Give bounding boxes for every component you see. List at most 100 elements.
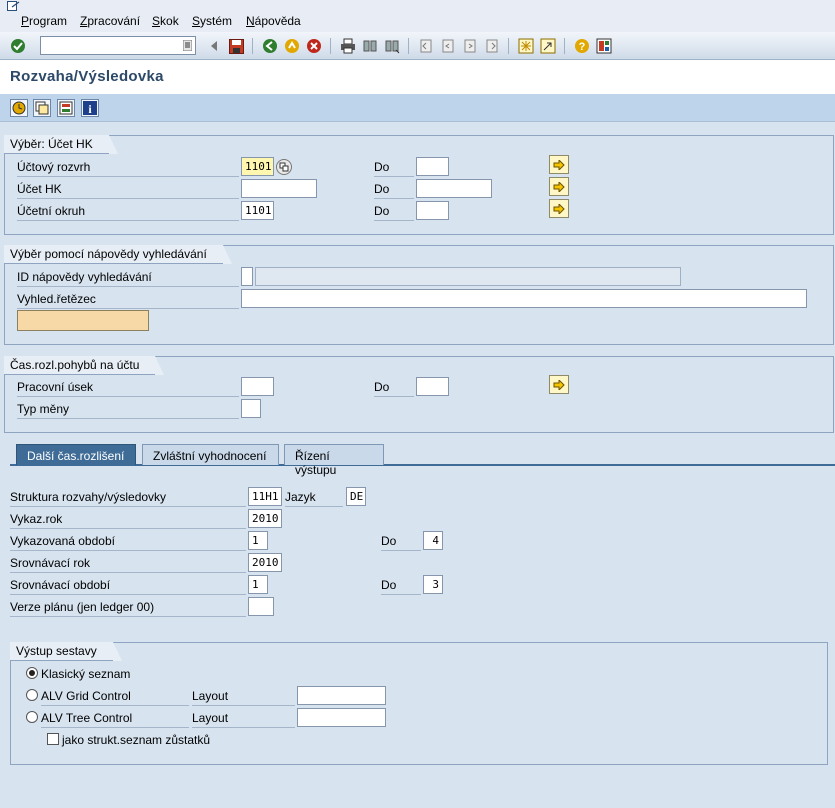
command-field[interactable] bbox=[40, 36, 196, 55]
language-label: Jazyk bbox=[285, 487, 343, 507]
comparison-period-to[interactable]: 3 bbox=[423, 575, 443, 594]
structure-label: Struktura rozvahy/výsledovky bbox=[10, 487, 246, 507]
currency-type-field[interactable] bbox=[241, 399, 261, 418]
comparison-period-label: Srovnávací období bbox=[10, 575, 246, 595]
exit-icon[interactable] bbox=[284, 38, 300, 54]
reporting-period-to-label: Do bbox=[381, 531, 421, 551]
balance-structure-checkbox[interactable] bbox=[47, 733, 59, 745]
create-session-icon[interactable] bbox=[518, 38, 534, 54]
company-code-from[interactable]: 1101 bbox=[241, 201, 274, 220]
arrow-right-icon bbox=[553, 181, 565, 192]
layout-field-grid[interactable] bbox=[297, 686, 386, 705]
structure-field[interactable]: 11H1 bbox=[248, 487, 282, 506]
company-code-label: Účetní okruh bbox=[17, 201, 239, 221]
command-history-icon[interactable] bbox=[183, 40, 192, 51]
back-triangle-icon[interactable] bbox=[206, 38, 222, 54]
posting-period-from[interactable] bbox=[241, 377, 274, 396]
info-button[interactable]: i bbox=[81, 99, 99, 117]
radio-alv-grid[interactable] bbox=[26, 689, 38, 701]
company-code-more-button[interactable] bbox=[549, 199, 569, 218]
chart-of-accounts-more-button[interactable] bbox=[549, 155, 569, 174]
cancel-icon[interactable] bbox=[306, 38, 322, 54]
reporting-period-from[interactable]: 1 bbox=[248, 531, 268, 550]
tab-special-evaluations[interactable]: Zvláštní vyhodnocení bbox=[142, 444, 279, 465]
arrow-right-icon bbox=[553, 203, 565, 214]
tab-output-control[interactable]: Řízení výstupu bbox=[284, 444, 384, 477]
posting-period-to-label: Do bbox=[374, 377, 414, 397]
reporting-period-label: Vykazovaná období bbox=[10, 531, 246, 551]
enter-check-icon[interactable] bbox=[10, 38, 26, 54]
menu-bar: Program Zpracování Skok Systém Nápověda bbox=[0, 0, 835, 32]
search-string-field[interactable] bbox=[241, 289, 807, 308]
find-icon[interactable] bbox=[362, 38, 378, 54]
save-icon[interactable] bbox=[228, 38, 244, 54]
variant-icon bbox=[35, 101, 49, 115]
gl-account-to[interactable] bbox=[416, 179, 492, 198]
gl-account-more-button[interactable] bbox=[549, 177, 569, 196]
posting-period-label: Pracovní úsek bbox=[17, 377, 239, 397]
system-menu-icon[interactable] bbox=[7, 1, 21, 12]
gl-account-to-label: Do bbox=[374, 179, 414, 199]
menu-napoveda[interactable]: Nápověda bbox=[246, 14, 301, 28]
comparison-year-label: Srovnávací rok bbox=[10, 553, 246, 573]
plan-version-label: Verze plánu (jen ledger 00) bbox=[10, 597, 246, 617]
menu-program[interactable]: Program bbox=[21, 14, 67, 28]
company-code-to-label: Do bbox=[374, 201, 414, 221]
comparison-period-to-label: Do bbox=[381, 575, 421, 595]
multiple-selection-icon[interactable] bbox=[276, 159, 292, 175]
get-variant-button[interactable] bbox=[33, 99, 51, 117]
radio-classic-list[interactable] bbox=[26, 667, 38, 679]
last-page-icon[interactable] bbox=[484, 38, 500, 54]
language-field[interactable]: DE bbox=[346, 487, 366, 506]
currency-type-label: Typ měny bbox=[17, 399, 239, 419]
balance-structure-label: jako strukt.seznam zůstatků bbox=[62, 733, 211, 747]
application-toolbar: i bbox=[0, 94, 835, 122]
layout-menu-icon[interactable] bbox=[596, 38, 612, 54]
shortcut-icon[interactable] bbox=[540, 38, 556, 54]
find-next-icon[interactable] bbox=[384, 38, 400, 54]
layout-label-2: Layout bbox=[192, 708, 295, 728]
search-string-label: Vyhled.řetězec bbox=[17, 289, 239, 309]
chart-of-accounts-to[interactable] bbox=[416, 157, 449, 176]
page-title: Rozvaha/Výsledovka bbox=[10, 68, 164, 85]
alv-tree-label: ALV Tree Control bbox=[41, 708, 189, 728]
menu-skok[interactable]: Skok bbox=[152, 14, 179, 28]
menu-zpracovani[interactable]: Zpracování bbox=[80, 14, 140, 28]
gl-account-from[interactable] bbox=[241, 179, 317, 198]
execute-button[interactable] bbox=[10, 99, 28, 117]
radio-alv-tree[interactable] bbox=[26, 711, 38, 723]
gl-account-label: Účet HK bbox=[17, 179, 239, 199]
posting-period-to[interactable] bbox=[416, 377, 449, 396]
svg-text:?: ? bbox=[579, 41, 586, 53]
search-help-button[interactable] bbox=[17, 310, 149, 331]
back-icon[interactable] bbox=[262, 38, 278, 54]
print-icon[interactable] bbox=[340, 38, 356, 54]
info-icon: i bbox=[83, 101, 97, 115]
previous-page-icon[interactable] bbox=[440, 38, 456, 54]
reporting-year-field[interactable]: 2010 bbox=[248, 509, 282, 528]
first-page-icon[interactable] bbox=[418, 38, 434, 54]
group-title: Výběr: Účet HK bbox=[4, 135, 118, 154]
search-help-id-field[interactable] bbox=[241, 267, 253, 286]
selection-options-button[interactable] bbox=[57, 99, 75, 117]
chart-of-accounts-label: Účtový rozvrh bbox=[17, 157, 239, 177]
alv-grid-label: ALV Grid Control bbox=[41, 686, 189, 706]
search-help-id-description bbox=[255, 267, 681, 286]
comparison-period-from[interactable]: 1 bbox=[248, 575, 268, 594]
company-code-to[interactable] bbox=[416, 201, 449, 220]
plan-version-field[interactable] bbox=[248, 597, 274, 616]
layout-label-1: Layout bbox=[192, 686, 295, 706]
help-icon[interactable]: ? bbox=[574, 38, 590, 54]
standard-toolbar: ? bbox=[0, 32, 835, 60]
tab-further-selections[interactable]: Další čas.rozlišení bbox=[16, 444, 136, 465]
reporting-year-label: Vykaz.rok bbox=[10, 509, 246, 529]
posting-period-more-button[interactable] bbox=[549, 375, 569, 394]
arrow-right-icon bbox=[553, 159, 565, 170]
classic-list-label: Klasický seznam bbox=[41, 667, 131, 681]
reporting-period-to[interactable]: 4 bbox=[423, 531, 443, 550]
next-page-icon[interactable] bbox=[462, 38, 478, 54]
menu-system[interactable]: Systém bbox=[192, 14, 232, 28]
comparison-year-field[interactable]: 2010 bbox=[248, 553, 282, 572]
chart-of-accounts-from[interactable]: 1101 bbox=[241, 157, 274, 176]
layout-field-tree[interactable] bbox=[297, 708, 386, 727]
